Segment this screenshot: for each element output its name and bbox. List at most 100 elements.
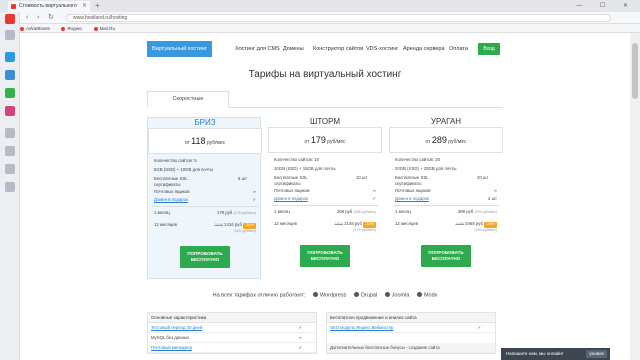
plan-12month-row: 12 месяцев 3216 2148 руб -33%: [274, 221, 376, 228]
table-row[interactable]: Тестовый период 30 дней ✓: [148, 323, 316, 333]
price-prefix: от: [425, 139, 431, 145]
plan-card-uragan: УРАГАН от 289 руб/мес Количество сайтов:…: [389, 117, 503, 279]
plan-mailboxes-row: Почтовых ящиков ∞: [274, 188, 376, 194]
plan-category-tabs: Скоростные: [147, 91, 502, 108]
sites-value: 20: [435, 157, 440, 162]
sites-label: Количество сайтов:: [154, 158, 193, 163]
plan-ssl-value: 5 шт: [238, 176, 247, 181]
login-button[interactable]: Вход: [478, 43, 500, 55]
period-label: 12 месяцев: [154, 222, 177, 227]
plan-12month-note: (179 руб/мес): [353, 228, 376, 232]
cms-wordpress: Wordpress: [319, 292, 347, 299]
online-chat-widget[interactable]: Напишите нам, мы онлайн! уновое: [501, 348, 610, 360]
period-note: (399 руб/мес): [474, 210, 497, 214]
mailboxes-label: Почтовых ящиков: [395, 188, 431, 193]
forward-icon[interactable]: ›: [37, 12, 39, 24]
domain-gift-link[interactable]: Домен в подарок: [154, 197, 188, 202]
plan-sites-row: Количество сайтов: 10: [274, 157, 376, 163]
try-free-button[interactable]: ПОПРОБОВАТЬ БЕСПЛАТНО: [300, 245, 350, 267]
window-controls[interactable]: — ☐ ✕: [576, 0, 636, 12]
main-nav: Виртуальный хостинг Хостинг для CMS Доме…: [147, 41, 522, 57]
plan-domain-row: Домен в подарок ✓: [274, 196, 376, 202]
cms-drupal: Drupal: [360, 292, 378, 299]
settings-icon[interactable]: [5, 182, 15, 192]
period-price: 3468 руб: [465, 221, 483, 226]
old-price: 4788: [455, 222, 464, 226]
check-icon: ✓: [477, 325, 481, 330]
plan-mailboxes-row: Почтовых ящиков ∞: [395, 188, 497, 194]
telegram-icon[interactable]: [5, 70, 15, 80]
table-row[interactable]: Почтовый менеджер ✓: [148, 343, 316, 353]
table-header: Бесплатное продвижение и анализ сайта: [327, 313, 495, 323]
speed-dial-icon[interactable]: [5, 30, 15, 40]
plan-disk-row: 10GB (SSD) + 15GB для почты: [274, 166, 336, 171]
nav-item-site-builder[interactable]: Конструктор сайтов: [313, 41, 363, 57]
bookmarks-bar: AdvatBinets Яндекс Mail.Ru: [20, 24, 640, 33]
opera-logo-icon[interactable]: [5, 14, 15, 24]
messenger-icon[interactable]: [5, 52, 15, 62]
domain-value: 2 шт: [488, 196, 497, 201]
site-favicon-icon: [11, 4, 16, 9]
scrollbar-thumb[interactable]: [632, 43, 638, 99]
modx-icon: [416, 292, 422, 297]
domain-gift-link[interactable]: Домен в подарок: [274, 196, 308, 201]
tab-close-icon[interactable]: ✕: [82, 1, 87, 12]
nav-item-vds[interactable]: VDS-хостинг: [366, 41, 398, 57]
check-icon: ✓: [298, 345, 302, 350]
nav-item-payment[interactable]: Оплата: [449, 41, 468, 57]
period-note: (268 руб/мес): [353, 210, 376, 214]
tab-fast[interactable]: Скоростные: [147, 91, 229, 108]
period-note: (178 руб/мес): [233, 211, 256, 215]
whatsapp-icon[interactable]: [5, 88, 15, 98]
new-tab-icon[interactable]: +: [95, 1, 100, 11]
period-price: 399 руб: [457, 209, 474, 214]
page-title: Тарифы на виртуальный хостинг: [248, 69, 402, 80]
nav-item-domains[interactable]: Домены: [283, 41, 304, 57]
check-icon: ∞: [372, 188, 376, 193]
plan-domain-row: Домен в подарок ✓: [154, 197, 256, 203]
check-icon: ∞: [252, 189, 256, 194]
plan-price: от 118 руб/мес: [148, 128, 262, 154]
period-price: 1416 руб: [224, 222, 242, 227]
try-free-button[interactable]: ПОПРОБОВАТЬ БЕСПЛАТНО: [421, 245, 471, 267]
instagram-icon[interactable]: [5, 106, 15, 116]
domain-gift-link[interactable]: Домен в подарок: [395, 196, 429, 201]
browser-tab-title: Стоимость виртуального: [19, 3, 77, 9]
domain-value: ✓: [252, 197, 256, 202]
price-prefix: от: [304, 139, 310, 145]
domain-value: ✓: [372, 196, 376, 201]
plan-12month-row: 12 месяцев 4788 3468 руб -28%: [395, 221, 497, 228]
bookmark-item[interactable]: Яндекс: [61, 26, 82, 31]
nav-item-server-rent[interactable]: Аренда сервера: [403, 41, 445, 57]
plan-name: УРАГАН: [430, 117, 462, 126]
plan-1month-row: 1 месяц 178 руб (178 руб/мес): [154, 210, 256, 216]
cms-support-label: На всех тарифах отлично работают:: [212, 292, 306, 299]
history-icon[interactable]: [5, 128, 15, 138]
reload-icon[interactable]: ↻: [48, 12, 54, 24]
bookmark-icon: [20, 26, 24, 31]
plan-name: ШТОРМ: [310, 117, 340, 126]
bookmarks-icon[interactable]: [5, 146, 15, 156]
url-input[interactable]: www.hostland.ru/hosting: [66, 14, 611, 22]
try-free-button[interactable]: ПОПРОБОВАТЬ БЕСПЛАТНО: [180, 246, 230, 268]
sites-label: Количество сайтов:: [395, 157, 434, 162]
price-value: 179: [310, 135, 326, 145]
period-price: 2148 руб: [344, 221, 362, 226]
browser-tab[interactable]: Стоимость виртуального ✕: [8, 1, 90, 12]
chat-button[interactable]: уновое: [586, 350, 607, 358]
features-table-promo: Бесплатное продвижение и анализ сайта SE…: [326, 312, 496, 354]
back-icon[interactable]: ‹: [26, 12, 28, 24]
page-scrollbar[interactable]: [630, 33, 640, 360]
price-value: 118: [191, 136, 206, 146]
browser-sidebar: [0, 12, 20, 360]
table-row[interactable]: SEO модуль Яндекс.Вебмастер ✓: [327, 323, 495, 333]
wordpress-icon: [312, 292, 318, 297]
period-price: 178 руб: [216, 210, 233, 215]
nav-item-cms-hosting[interactable]: Хостинг для CMS: [235, 41, 280, 57]
bookmark-item[interactable]: AdvatBinets: [20, 26, 50, 31]
period-label: 12 месяцев: [274, 221, 297, 226]
page-content: Виртуальный хостинг Хостинг для CMS Доме…: [20, 33, 640, 360]
extensions-icon[interactable]: [5, 164, 15, 174]
nav-item-virtual-hosting[interactable]: Виртуальный хостинг: [147, 41, 212, 57]
bookmark-item[interactable]: Mail.Ru: [93, 26, 115, 31]
